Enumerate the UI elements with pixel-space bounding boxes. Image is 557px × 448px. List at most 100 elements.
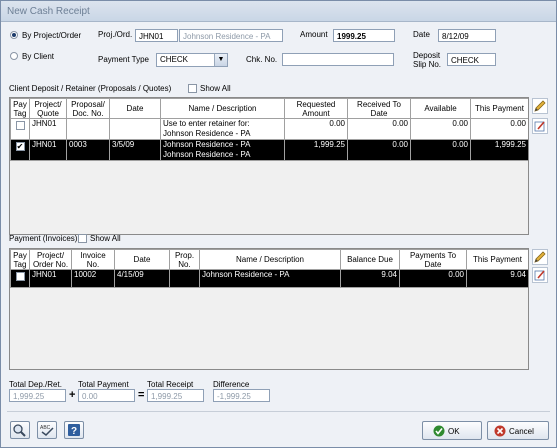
col-requested[interactable]: Requested Amount [284,98,348,119]
table-row[interactable]: JHN01 10002 4/15/09 Johnson Residence - … [10,269,528,288]
deposit-table: Pay Tag Project/Quote Proposal/Doc. No. D… [10,98,528,161]
col-project[interactable]: Project/Order No. [29,249,72,270]
total-payment-label: Total Payment [78,380,129,389]
col-pay-tag[interactable]: Pay Tag [10,249,30,270]
edit-deposit-line-button[interactable] [532,118,548,134]
col-name[interactable]: Name / Description [160,98,285,119]
deposit-slip-field[interactable]: CHECK [447,53,496,66]
edit-payment-button[interactable] [532,249,548,265]
cell-proposal: 0003 [66,139,110,161]
difference-field: -1,999.25 [213,389,270,402]
payment-type-select[interactable]: CHECK ▼ [156,53,228,67]
by-project-radio[interactable] [10,31,18,39]
deposit-slip-label-2: Slip No. [413,60,442,69]
deposit-slip-label-1: Deposit [413,51,441,60]
ok-button[interactable]: OK [422,421,482,440]
cell-payments: 0.00 [399,269,467,288]
table-row[interactable]: ✔ JHN01 0003 3/5/09 Johnson Residence - … [10,139,528,161]
cell-name: Johnson Residence - PA [199,269,341,288]
cell-project: JHN01 [29,269,72,288]
cell-name: Johnson Residence - PA Johnson Residence … [160,139,285,161]
total-receipt-label: Total Receipt [147,380,194,389]
col-balance[interactable]: Balance Due [340,249,400,270]
spell-check-button[interactable]: ABC [37,421,57,439]
payment-section-title: Payment (Invoices) [9,234,78,243]
title-bar: New Cash Receipt [1,1,556,22]
divider [7,411,550,412]
chk-no-field[interactable] [282,53,394,66]
deposit-header-row: Pay Tag Project/Quote Proposal/Doc. No. D… [10,98,528,119]
cell-received: 0.00 [347,118,411,140]
cell-requested: 1,999.25 [284,139,348,161]
total-payment-field: 0.00 [78,389,135,402]
pencil-icon [534,100,546,112]
col-pay-tag[interactable]: Pay Tag [10,98,30,119]
window-title: New Cash Receipt [7,6,90,17]
col-this-payment[interactable]: This Payment [470,98,528,119]
cell-date: 3/5/09 [109,139,161,161]
table-row[interactable]: JHN01 Use to enter retainer for: Johnson … [10,118,528,140]
cell-name: Use to enter retainer for: Johnson Reside… [160,118,285,140]
amount-field[interactable]: 1999.25 [333,29,395,42]
cell-requested: 0.00 [284,118,348,140]
edit-deposit-button[interactable] [532,98,548,114]
total-dep-label: Total Dep./Ret. [9,380,62,389]
total-dep-field: 1,999.25 [9,389,66,402]
col-invoice[interactable]: Invoice No. [71,249,115,270]
cell-available: 0.00 [410,139,471,161]
col-available[interactable]: Available [410,98,471,119]
plus-sign: + [69,389,76,401]
cell-prop [169,269,200,288]
deposit-grid: Pay Tag Project/Quote Proposal/Doc. No. D… [9,97,529,235]
col-prop[interactable]: Prop. No. [169,249,200,270]
cell-available: 0.00 [410,118,471,140]
search-button[interactable] [10,421,30,439]
cancel-icon [494,425,506,437]
payment-grid: Pay Tag Project/Order No. Invoice No. Date… [9,248,529,370]
ok-label: OK [448,427,460,436]
payment-show-all-checkbox[interactable] [78,234,87,243]
cell-project: JHN01 [29,118,67,140]
cancel-button[interactable]: Cancel [487,421,549,440]
col-project[interactable]: Project/Quote [29,98,67,119]
edit-pen-icon [534,121,545,132]
pay-tag-checkbox[interactable] [15,121,25,130]
col-name[interactable]: Name / Description [199,249,341,270]
cell-this-payment[interactable]: 9.04 [466,269,528,288]
by-project-label: By Project/Order [22,31,82,40]
total-receipt-field: 1,999.25 [147,389,204,402]
col-this-payment[interactable]: This Payment [466,249,528,270]
pay-tag-checkbox[interactable] [15,272,25,281]
checkmark-icon [433,425,445,437]
proj-name-field: Johnson Residence - PA [179,29,283,42]
col-payments[interactable]: Payments To Date [399,249,467,270]
col-received[interactable]: Received To Date [347,98,411,119]
proj-label: Proj./Ord. [98,30,133,39]
pay-tag-checkbox[interactable]: ✔ [15,142,25,151]
cell-this-payment[interactable]: 1,999.25 [470,139,528,161]
by-client-radio[interactable] [10,52,18,60]
deposit-show-all-checkbox[interactable] [188,84,197,93]
chevron-down-icon[interactable]: ▼ [214,54,227,66]
deposit-show-all-label: Show All [200,84,231,93]
edit-payment-line-button[interactable] [532,267,548,283]
cell-date [109,118,161,140]
payment-show-all-label: Show All [90,234,121,243]
help-button[interactable]: ? [64,421,84,439]
cell-this-payment[interactable]: 0.00 [470,118,528,140]
col-date[interactable]: Date [109,98,161,119]
date-field[interactable]: 8/12/09 [438,29,496,42]
payment-table: Pay Tag Project/Order No. Invoice No. Date… [10,249,528,288]
cell-project: JHN01 [29,139,67,161]
proj-code-field[interactable]: JHN01 [135,29,178,42]
payment-header-row: Pay Tag Project/Order No. Invoice No. Date… [10,249,528,270]
cancel-label: Cancel [509,427,534,436]
cell-received: 0.00 [347,139,411,161]
amount-label: Amount [300,30,328,39]
svg-text:?: ? [71,426,77,437]
col-date[interactable]: Date [114,249,170,270]
cell-date: 4/15/09 [114,269,170,288]
cell-proposal [66,118,110,140]
by-client-label: By Client [22,52,55,61]
col-proposal[interactable]: Proposal/Doc. No. [66,98,110,119]
